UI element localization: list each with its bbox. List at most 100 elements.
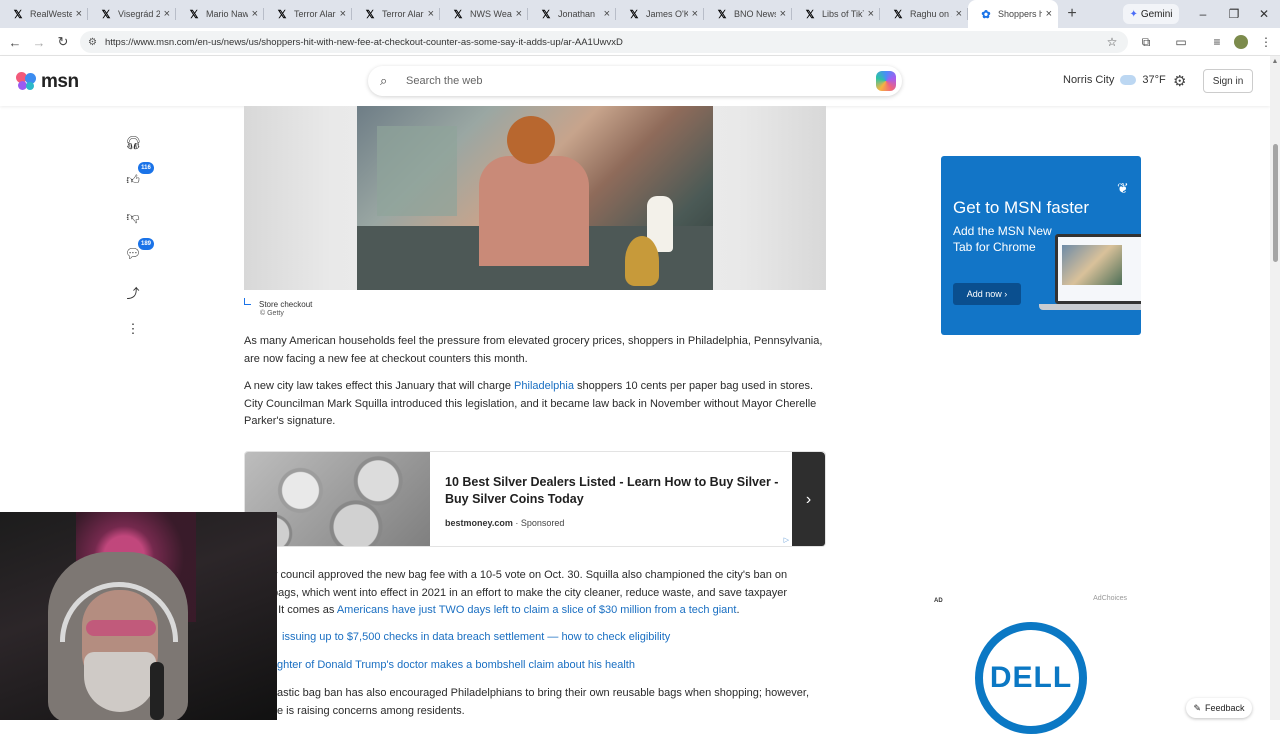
image-credit: © Getty xyxy=(260,310,284,317)
search-box[interactable]: ⌕ xyxy=(368,66,902,96)
butterfly-icon: ❦ xyxy=(1117,180,1129,196)
comments-count-badge: 189 xyxy=(138,238,154,250)
x-logo-icon: 𝕏 xyxy=(717,8,727,21)
x-logo-icon: 𝕏 xyxy=(541,8,551,21)
browser-tab[interactable]: 𝕏RealWesternWoman× xyxy=(0,0,88,28)
browser-tab[interactable]: 𝕏Mario Nawfal× xyxy=(176,0,264,28)
close-tab-icon[interactable]: × xyxy=(516,8,522,20)
gemini-button[interactable]: ✦ Gemini xyxy=(1123,4,1179,24)
store-checkout-photo xyxy=(357,106,713,290)
browser-tab[interactable]: 𝕏NWS Weather× xyxy=(440,0,528,28)
close-tab-icon[interactable]: × xyxy=(868,8,874,20)
article-paragraph: y council approved the new bag fee with … xyxy=(272,569,788,616)
laptop-base xyxy=(1039,304,1141,310)
dell-ad[interactable]: AD AdChoices DELL xyxy=(931,594,1131,734)
new-tab-button[interactable]: + xyxy=(1058,5,1086,23)
caption-corner-icon xyxy=(244,298,251,305)
msn-butterfly-icon: ✿ xyxy=(981,8,991,21)
article-paragraph: astic bag ban has also encouraged Philad… xyxy=(277,687,810,717)
add-now-button[interactable]: Add now › xyxy=(953,283,1021,305)
bookmark-star-icon[interactable]: ☆ xyxy=(1102,32,1122,52)
sparkle-icon: ✦ xyxy=(1129,8,1138,20)
search-input[interactable] xyxy=(406,75,836,87)
close-tab-icon[interactable]: × xyxy=(956,8,962,20)
x-logo-icon: 𝕏 xyxy=(805,8,815,21)
x-logo-icon: 𝕏 xyxy=(277,8,287,21)
adchoices-link[interactable]: AdChoices xyxy=(1093,595,1127,602)
dislike-thumbs-down-icon[interactable]: 👎︎ xyxy=(118,202,148,232)
cast-icon[interactable]: ▭ xyxy=(1171,32,1191,52)
more-options-icon[interactable]: ⋮ xyxy=(118,314,148,344)
close-tab-icon[interactable]: × xyxy=(428,8,434,20)
copilot-icon[interactable] xyxy=(876,71,896,91)
article-hero-image xyxy=(244,106,826,290)
browser-tab[interactable]: 𝕏Terror Alarm× xyxy=(352,0,440,28)
philadelphia-link[interactable]: Philadelphia xyxy=(514,380,574,392)
msn-header: msn ⌕ Norris City 37°F ⚙ Sign in xyxy=(0,56,1270,106)
browser-tab-bar: 𝕏RealWesternWoman× 𝕏Visegrád 24× 𝕏Mario … xyxy=(0,0,1280,28)
forward-button[interactable]: → xyxy=(27,30,51,54)
sign-in-button[interactable]: Sign in xyxy=(1203,69,1253,93)
related-article-link[interactable]: ghter of Donald Trump's doctor makes a b… xyxy=(277,657,817,675)
scroll-up-arrow[interactable]: ▲ xyxy=(1271,58,1279,65)
browser-tab-active[interactable]: ✿Shoppers hit× xyxy=(968,0,1058,28)
article-paragraph: A new city law takes effect this January… xyxy=(244,380,817,427)
related-link[interactable]: Americans have just TWO days left to cla… xyxy=(337,604,737,616)
feedback-button[interactable]: ✎ Feedback xyxy=(1186,698,1252,718)
weather-widget[interactable]: Norris City 37°F xyxy=(1063,71,1166,86)
close-tab-icon[interactable]: × xyxy=(692,8,698,20)
promo-subtitle: Add the MSN New Tab for Chrome xyxy=(953,224,1052,254)
msn-logo[interactable]: msn xyxy=(16,71,79,93)
minimize-button[interactable]: – xyxy=(1187,0,1219,28)
x-logo-icon: 𝕏 xyxy=(189,8,199,21)
site-info-icon[interactable]: ⚙ xyxy=(88,37,97,48)
webcam-overlay xyxy=(0,512,277,720)
maximize-button[interactable]: ❐ xyxy=(1218,0,1250,28)
gear-icon[interactable]: ⚙ xyxy=(1173,72,1186,90)
extensions-icon[interactable]: ⧉ xyxy=(1136,32,1156,52)
ad-title[interactable]: 10 Best Silver Dealers Listed - Learn Ho… xyxy=(445,474,790,508)
article-paragraph: As many American households feel the pre… xyxy=(244,335,823,365)
browser-tab[interactable]: 𝕏Raghu on X× xyxy=(880,0,968,28)
x-logo-icon: 𝕏 xyxy=(13,8,23,21)
browser-tab[interactable]: 𝕏James O'Keefe× xyxy=(616,0,704,28)
listen-headphones-icon[interactable]: 🎧︎ xyxy=(118,128,148,158)
related-article-link[interactable]: issuing up to $7,500 checks in data brea… xyxy=(282,629,822,647)
close-tab-icon[interactable]: × xyxy=(340,8,346,20)
close-tab-icon[interactable]: × xyxy=(604,8,610,20)
x-logo-icon: 𝕏 xyxy=(453,8,463,21)
browser-tab[interactable]: 𝕏Terror Alarm× xyxy=(264,0,352,28)
sponsored-ad-card[interactable]: 10 Best Silver Dealers Listed - Learn Ho… xyxy=(244,451,826,547)
image-caption: Store checkout xyxy=(244,298,312,309)
browser-tab[interactable]: 𝕏 BNO News × xyxy=(704,0,792,28)
close-window-button[interactable]: ✕ xyxy=(1248,0,1280,28)
chevron-right-icon[interactable]: › xyxy=(792,452,825,546)
reading-list-icon[interactable]: ≡ xyxy=(1207,32,1227,52)
profile-avatar[interactable] xyxy=(1231,32,1251,52)
address-bar[interactable]: ⚙ https://www.msn.com/en-us/news/us/shop… xyxy=(80,31,1128,53)
reload-button[interactable]: ↻ xyxy=(51,30,75,54)
close-tab-icon[interactable]: × xyxy=(76,8,82,20)
x-logo-icon: 𝕏 xyxy=(101,8,111,21)
feedback-icon: ✎ xyxy=(1193,702,1201,713)
x-logo-icon: 𝕏 xyxy=(365,8,375,21)
close-tab-icon[interactable]: × xyxy=(164,8,170,20)
partly-cloudy-icon xyxy=(1120,71,1137,85)
x-logo-icon: 𝕏 xyxy=(629,8,639,21)
likes-count-badge: 116 xyxy=(138,162,154,174)
x-logo-icon: 𝕏 xyxy=(893,8,903,21)
search-icon: ⌕ xyxy=(380,73,388,88)
adchoices-icon[interactable]: ▷ xyxy=(784,536,789,544)
browser-tab[interactable]: 𝕏Visegrád 24× xyxy=(88,0,176,28)
close-tab-icon[interactable]: × xyxy=(252,8,258,20)
share-icon[interactable]: ⤴ xyxy=(118,277,148,307)
close-tab-icon[interactable]: × xyxy=(780,8,786,20)
page-scrollbar[interactable]: ▲ xyxy=(1270,56,1280,720)
close-tab-icon[interactable]: × xyxy=(1046,8,1052,20)
more-menu-icon[interactable]: ⋮ xyxy=(1256,32,1276,52)
scrollbar-thumb[interactable] xyxy=(1273,144,1278,262)
browser-tab[interactable]: 𝕏 Jonathan × xyxy=(528,0,616,28)
back-button[interactable]: ← xyxy=(3,30,27,54)
browser-tab[interactable]: 𝕏Libs of TikTok× xyxy=(792,0,880,28)
msn-chrome-promo[interactable]: ❦ Get to MSN faster Add the MSN New Tab … xyxy=(941,156,1141,335)
